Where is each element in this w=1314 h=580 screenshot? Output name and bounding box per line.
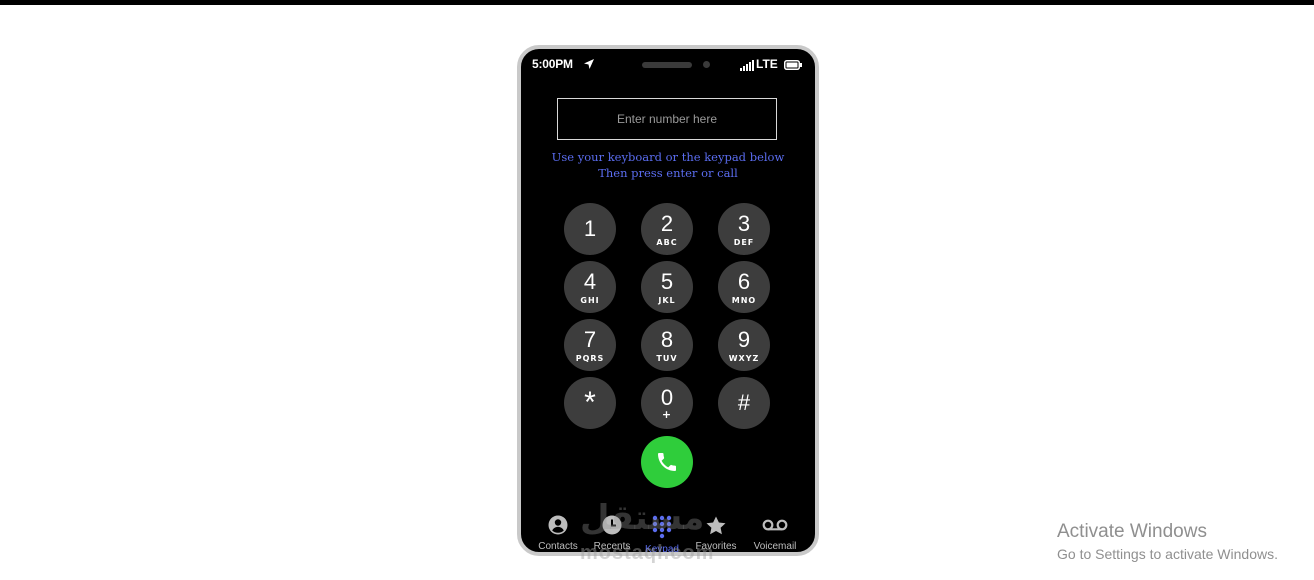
key-digit: 9 <box>737 327 751 352</box>
activate-subtitle: Go to Settings to activate Windows. <box>1057 546 1278 562</box>
top-border <box>0 0 1314 5</box>
battery-icon <box>784 60 802 70</box>
network-label: LTE <box>756 57 778 71</box>
phone-icon <box>658 453 676 471</box>
key-digit: # <box>737 390 751 415</box>
key-letters: JKL <box>658 296 676 305</box>
key-letters: ABC <box>656 238 678 247</box>
key-digit: 2 <box>660 211 674 236</box>
key-digit: 4 <box>583 269 597 294</box>
tab-keypad[interactable]: Keypad <box>634 513 690 552</box>
clock-icon <box>602 515 622 535</box>
phone-frame: 5:00PM LTE Use your keyboard or the keyp… <box>517 45 819 556</box>
key-3[interactable]: 3 DEF <box>718 203 770 255</box>
key-letters: WXYZ <box>728 354 760 363</box>
front-camera <box>703 61 710 68</box>
key-letters: DEF <box>733 238 755 247</box>
key-1[interactable]: 1 <box>564 203 616 255</box>
speaker-grille <box>642 62 692 68</box>
activate-windows-notice: Activate Windows Go to Settings to activ… <box>1057 521 1278 563</box>
key-letters: MNO <box>731 296 757 305</box>
key-digit: 8 <box>660 327 674 352</box>
number-input[interactable] <box>557 98 777 140</box>
key-letters: + <box>661 408 673 421</box>
key-2[interactable]: 2 ABC <box>641 203 693 255</box>
key-digit: 5 <box>660 269 674 294</box>
key-letters: PQRS <box>575 354 605 363</box>
key-digit: 7 <box>583 327 597 352</box>
key-digit: 0 <box>660 385 674 410</box>
location-arrow-icon <box>584 59 594 69</box>
key-7[interactable]: 7 PQRS <box>564 319 616 371</box>
key-digit: * <box>584 386 596 419</box>
key-0[interactable]: 0 + <box>641 377 693 429</box>
hint-line-1: Use your keyboard or the keypad below <box>551 150 785 164</box>
hint-line-2: Then press enter or call <box>598 166 738 180</box>
tab-label: Recents <box>593 541 631 552</box>
signal-bars-icon <box>740 60 754 71</box>
tab-label: Favorites <box>695 541 737 552</box>
key-hash[interactable]: # <box>718 377 770 429</box>
key-9[interactable]: 9 WXYZ <box>718 319 770 371</box>
status-time: 5:00PM <box>532 57 573 71</box>
key-digit: 1 <box>583 216 597 241</box>
tab-label: Keypad <box>645 544 679 555</box>
keypad-icon <box>652 515 672 539</box>
tab-voicemail[interactable]: Voicemail <box>747 513 803 552</box>
tab-label: Voicemail <box>753 541 797 552</box>
tab-favorites[interactable]: Favorites <box>688 513 744 552</box>
status-bar: 5:00PM LTE <box>521 49 815 77</box>
key-digit: 6 <box>737 269 751 294</box>
call-button[interactable] <box>641 436 693 488</box>
key-5[interactable]: 5 JKL <box>641 261 693 313</box>
voicemail-icon <box>762 519 788 531</box>
key-6[interactable]: 6 MNO <box>718 261 770 313</box>
key-star[interactable]: * <box>564 377 616 429</box>
tab-contacts[interactable]: Contacts <box>530 513 586 552</box>
key-letters: GHI <box>580 296 600 305</box>
key-digit: 3 <box>737 211 751 236</box>
key-letters: TUV <box>656 354 678 363</box>
tab-recents[interactable]: Recents <box>584 513 640 552</box>
key-4[interactable]: 4 GHI <box>564 261 616 313</box>
activate-title: Activate Windows <box>1057 521 1207 542</box>
star-icon <box>706 516 726 535</box>
key-8[interactable]: 8 TUV <box>641 319 693 371</box>
tab-label: Contacts <box>538 541 578 552</box>
contacts-icon <box>548 515 568 535</box>
